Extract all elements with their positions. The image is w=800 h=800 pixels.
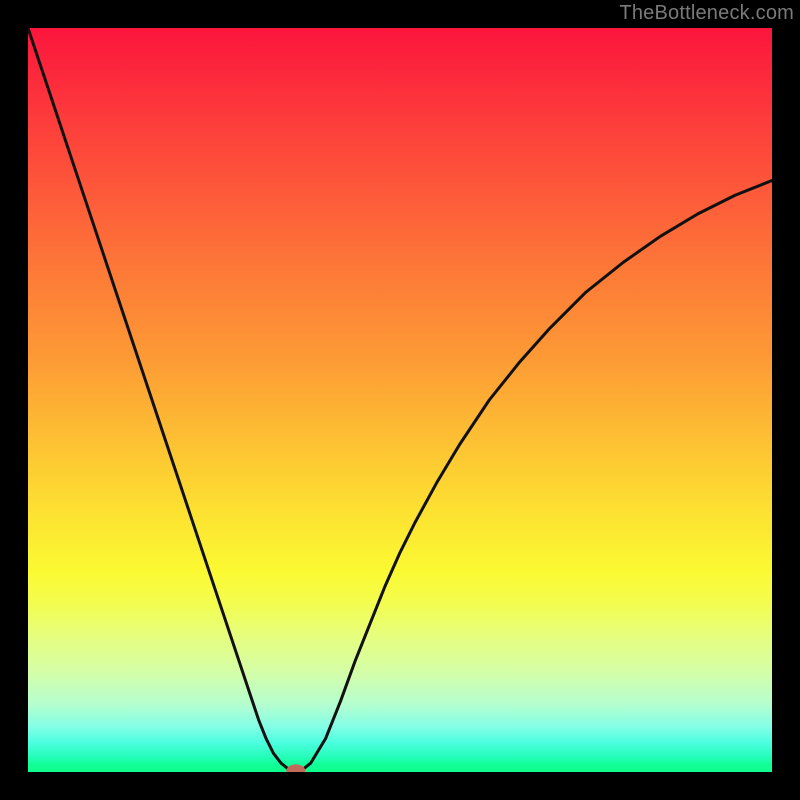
bottleneck-curve [28,28,772,771]
curve-layer [28,28,772,772]
watermark-text: TheBottleneck.com [619,2,794,25]
minimum-marker [287,765,305,772]
chart-frame [28,28,772,772]
plot-area [28,28,772,772]
